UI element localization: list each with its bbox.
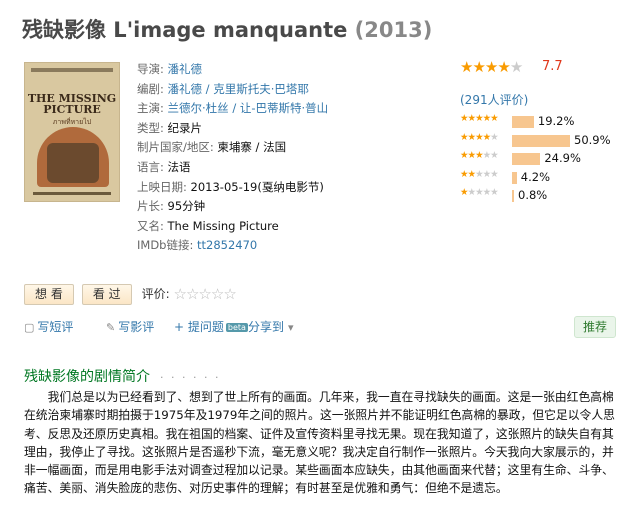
rating-votes-link[interactable]: (291人评价) [460,91,528,108]
info-row: 类型: 纪录片 [137,119,437,139]
info-value: 柬埔寨 / 法国 [217,140,287,155]
want-to-watch-button[interactable]: 想 看 [24,284,74,305]
star-icon: ★ [472,58,485,76]
info-label: 语言: [137,159,164,174]
info-label: 编剧: [137,81,164,96]
info-row: 语言: 法语 [137,158,437,178]
info-value[interactable]: 潘礼德 [168,62,203,76]
ask-question-label: + 提问题 [174,320,224,334]
synopsis-dots: · · · · · · [160,371,221,384]
info-row: 导演: 潘礼德 [137,60,437,80]
info-label: 又名: [137,218,164,233]
info-row: 片长: 95分钟 [137,197,437,217]
info-label: 片长: [137,199,164,214]
rating-bar [512,116,534,128]
rate-label: 评价: [141,287,170,301]
write-short-review-link[interactable]: ▢ 写短评 [24,318,73,335]
rating-score: 7.7 [542,59,563,74]
info-row: 编剧: 潘礼德 / 克里斯托夫·巴塔耶 [137,80,437,100]
info-label: 制片国家/地区: [137,140,214,155]
write-review-link[interactable]: ✎ 写影评 [106,318,154,335]
poster-credits-strip [31,68,113,72]
info-label: 导演: [137,62,164,76]
write-review-label: 写影评 [118,320,155,334]
info-label: 上映日期: [137,179,187,194]
rating-bar [512,190,514,202]
poster-bottom-strip [33,192,111,195]
info-label: 类型: [137,120,164,135]
info-value: 95分钟 [167,199,206,214]
share-label: 分享到 [248,320,285,334]
page-title: 残缺影像 L'image manquante (2013) [22,14,432,44]
info-value[interactable]: tt2852470 [197,238,257,252]
action-bar: 想 看看 过评价: ☆☆☆☆☆ [24,284,237,305]
row-star-icons: ★★★★★ [460,131,499,143]
movie-year: (2013) [354,18,433,42]
info-value[interactable]: 潘礼德 / 克里斯托夫·巴塔耶 [168,82,309,96]
rating-bar [512,153,541,165]
rate-stars-input[interactable]: ☆☆☆☆☆ [174,285,237,303]
rating-percent: 4.2% [520,169,550,184]
write-short-review-label: 写短评 [37,320,74,334]
info-row: 主演: 兰德尔·杜丝 / 让-巴蒂斯特·普山 [137,99,437,119]
info-row: IMDb链接: tt2852470 [137,236,437,256]
synopsis-title: 残缺影像的剧情简介 [24,369,150,385]
recommend-button[interactable]: 推荐 [573,316,616,338]
comment-icon: ▢ [24,321,35,334]
movie-poster[interactable]: THE MISSING PICTURE ภาพที่หายไป [24,62,120,202]
movie-info: 导演: 潘礼德 编剧: 潘礼德 / 克里斯托夫·巴塔耶 主演: 兰德尔·杜丝 / 让… [137,60,437,256]
row-star-icons: ★★★★★ [460,168,499,180]
star-icon: ★ [460,58,473,76]
row-star-icons: ★★★★★ [460,113,499,124]
star-icon: ★ [509,58,523,76]
star-icon: ★ [484,58,498,76]
row-star-icons: ★★★★★ [460,187,499,198]
synopsis-text: 我们总是以为已经看到了、想到了世上所有的画面。几年来，我一直在寻找缺失的画面。这… [24,390,615,496]
info-label: 主演: [137,101,164,116]
synopsis-heading: 残缺影像的剧情简介 · · · · · · [24,366,220,386]
info-row: 上映日期: 2013-05-19(戛纳电影节) [137,178,437,198]
info-label: IMDb链接: [137,238,194,253]
info-row: 又名: The Missing Picture [137,217,437,237]
star-icon: ★ [497,58,510,76]
ask-question-link[interactable]: + 提问题 beta [174,318,248,335]
rating-percent: 0.8% [518,188,548,202]
watched-button[interactable]: 看 过 [81,284,132,305]
poster-title: THE MISSING PICTURE [27,92,117,116]
row-star-icons: ★★★★★ [460,150,499,161]
rating-percent: 50.9% [574,132,611,147]
rating-percent: 19.2% [537,114,575,128]
rating-bar [512,134,570,147]
poster-figures [47,143,99,183]
info-value[interactable]: 兰德尔·杜丝 / 让-巴蒂斯特·普山 [168,101,329,115]
chevron-down-icon: ▾ [288,321,294,334]
info-row: 制片国家/地区: 柬埔寨 / 法国 [137,138,437,158]
info-value: The Missing Picture [167,218,279,233]
info-value: 2013-05-19(戛纳电影节) [190,179,324,194]
rating-stars: ★★★★★ [460,58,523,76]
rating-bar [512,171,517,184]
beta-badge: beta [225,323,248,332]
info-value: 法语 [167,159,191,174]
rating-percent: 24.9% [544,151,581,165]
pencil-icon: ✎ [106,321,116,334]
share-dropdown[interactable]: 分享到 ▾ [248,318,297,335]
info-value: 纪录片 [167,120,203,135]
tool-bar: ▢ 写短评 ✎ 写影评 + 提问题 beta 分享到 ▾ 推荐 [24,316,616,338]
movie-title: 残缺影像 L'image manquante [22,18,348,42]
